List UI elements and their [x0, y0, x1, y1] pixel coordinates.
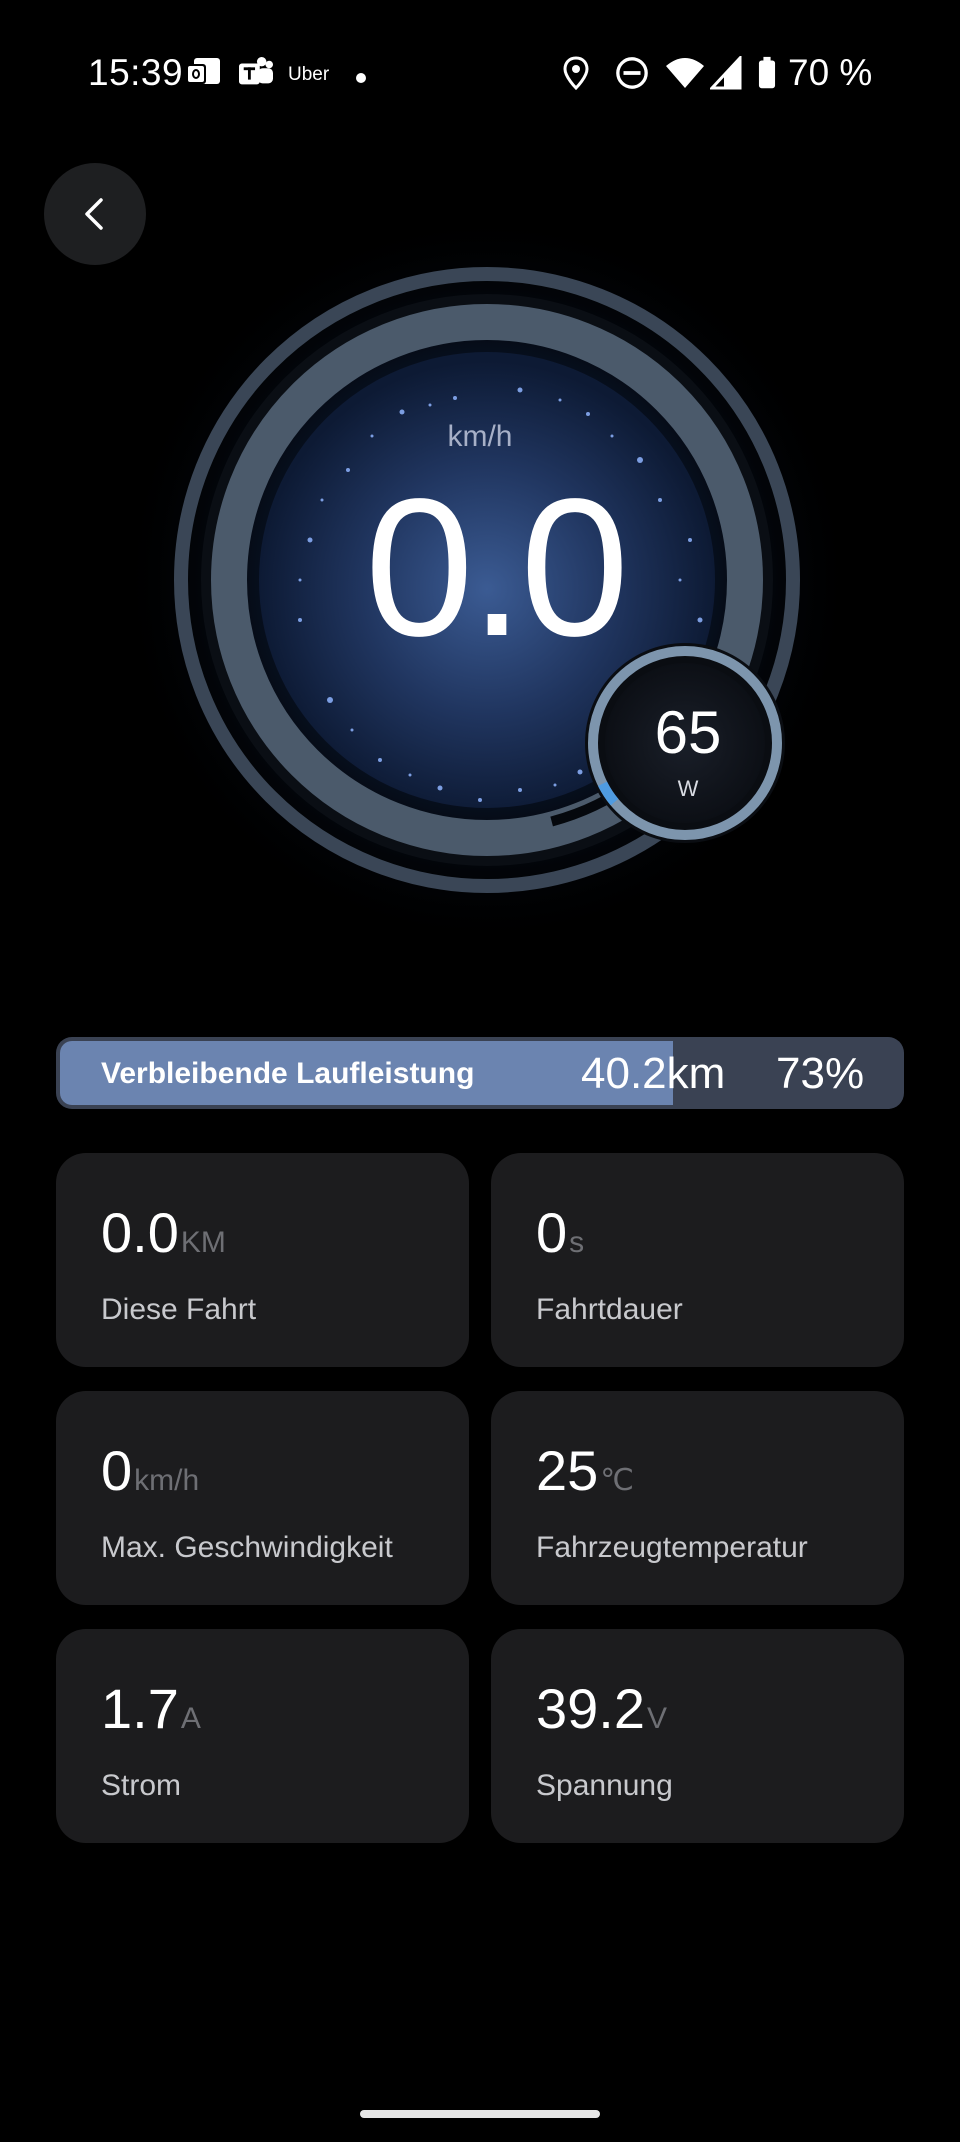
stats-grid: 0.0KM Diese Fahrt 0s Fahrtdauer 0km/h Ma…	[56, 1153, 904, 1843]
stat-card-max-speed: 0km/h Max. Geschwindigkeit	[56, 1391, 469, 1605]
stat-unit: A	[180, 1702, 201, 1735]
speed-unit-label: km/h	[447, 420, 513, 453]
stat-value: 0	[536, 1201, 568, 1264]
power-value: 65	[654, 699, 722, 766]
stat-value: 39.2	[536, 1677, 645, 1740]
remaining-range-bar: Verbleibende Laufleistung 40.2km 73%	[56, 1037, 904, 1109]
stat-label: Fahrtdauer	[536, 1293, 683, 1326]
stat-label: Strom	[101, 1769, 182, 1802]
stat-unit: KM	[180, 1226, 226, 1259]
stat-card-voltage: 39.2V Spannung	[491, 1629, 904, 1843]
stat-card-vehicle-temperature: 25℃ Fahrzeugtemperatur	[491, 1391, 904, 1605]
stat-value: 25	[536, 1439, 599, 1502]
stat-value: 0	[101, 1439, 133, 1502]
notification-dot	[356, 73, 366, 83]
do-not-disturb-icon	[616, 57, 648, 89]
cell-signal-icon	[710, 56, 742, 90]
stat-value: 0.0	[101, 1201, 179, 1264]
location-icon	[563, 56, 589, 90]
outlook-icon	[186, 58, 220, 84]
stat-card-trip-distance: 0.0KM Diese Fahrt	[56, 1153, 469, 1367]
battery-icon	[758, 56, 776, 89]
home-indicator[interactable]	[360, 2110, 600, 2118]
range-distance: 40.2km	[581, 1049, 726, 1098]
range-label: Verbleibende Laufleistung	[101, 1057, 475, 1090]
status-time: 15:39	[88, 52, 184, 93]
battery-percent: 70 %	[788, 52, 873, 93]
stat-unit: km/h	[134, 1464, 200, 1497]
stat-label: Spannung	[536, 1769, 673, 1802]
stat-unit: V	[647, 1702, 668, 1735]
stat-card-trip-duration: 0s Fahrtdauer	[491, 1153, 904, 1367]
status-bar: 15:39 Uber 70 %	[0, 0, 960, 150]
range-percent: 73%	[776, 1049, 865, 1098]
wifi-icon	[666, 58, 704, 88]
stat-card-current: 1.7A Strom	[56, 1629, 469, 1843]
speed-value: 0.0	[364, 458, 629, 677]
stat-label: Max. Geschwindigkeit	[101, 1531, 393, 1564]
stat-unit: s	[569, 1226, 585, 1259]
stat-label: Fahrzeugtemperatur	[536, 1531, 808, 1564]
stat-label: Diese Fahrt	[101, 1293, 257, 1326]
uber-icon: Uber	[288, 64, 330, 85]
stat-unit: ℃	[600, 1464, 634, 1497]
power-unit: W	[677, 776, 699, 801]
stat-value: 1.7	[101, 1677, 179, 1740]
teams-icon	[239, 56, 273, 85]
